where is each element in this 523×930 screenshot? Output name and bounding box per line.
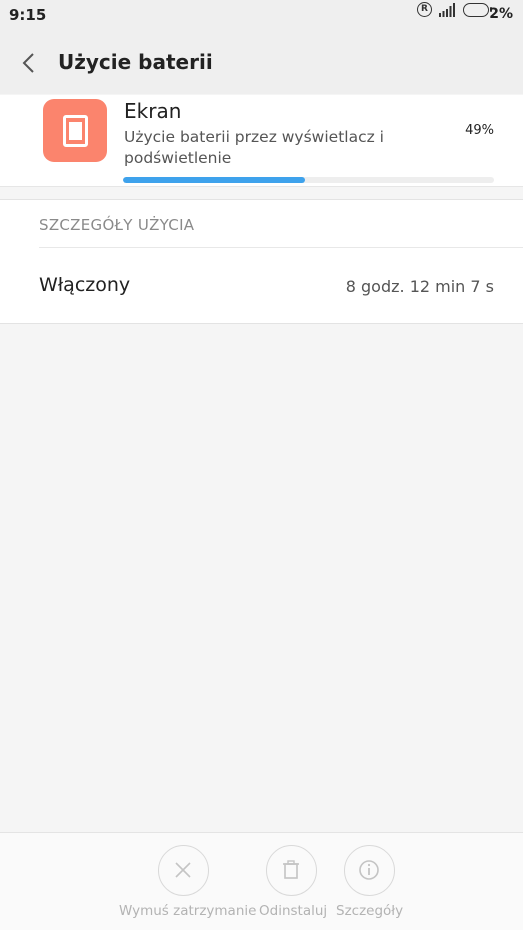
- app-usage-card[interactable]: Ekran Użycie baterii przez wyświetlacz i…: [0, 95, 523, 187]
- force-stop-label: Wymuś zatrzymanie: [119, 903, 257, 919]
- chevron-left-icon: [22, 53, 34, 73]
- status-time: 9:15: [9, 6, 47, 24]
- battery-percent: 2%: [489, 6, 513, 22]
- trash-icon: [283, 860, 299, 879]
- close-icon: [175, 862, 191, 878]
- bottom-action-bar: Wymuś zatrzymanie Odinstaluj Szczegóły: [0, 832, 523, 930]
- detail-label: Włączony: [39, 274, 131, 296]
- usage-progress-fill: [123, 177, 305, 183]
- app-description: Użycie baterii przez wyświetlacz i podśw…: [124, 128, 384, 167]
- signal-icon: [439, 3, 455, 17]
- usage-progress-bar: [123, 177, 494, 183]
- action-bar: Użycie baterii: [0, 32, 523, 94]
- page-title: Użycie baterii: [58, 50, 213, 74]
- registered-icon: R: [417, 2, 432, 17]
- phone-screen-icon: [43, 99, 107, 162]
- back-button[interactable]: [12, 45, 48, 81]
- detail-row-on-time: Włączony 8 godz. 12 min 7 s: [0, 248, 523, 324]
- usage-details-section: SZCZEGÓŁY UŻYCIA Włączony 8 godz. 12 min…: [0, 199, 523, 324]
- usage-percent: 49%: [465, 123, 494, 138]
- uninstall-label: Odinstaluj: [259, 903, 328, 919]
- battery-icon: [463, 3, 492, 17]
- detail-value: 8 godz. 12 min 7 s: [345, 277, 494, 296]
- details-label: Szczegóły: [336, 903, 404, 919]
- info-icon: [359, 860, 379, 880]
- status-bar: 9:15 R 2%: [0, 0, 523, 32]
- section-header: SZCZEGÓŁY UŻYCIA: [39, 216, 195, 234]
- screen: 9:15 R 2% Użycie baterii Ekran Użycie ba…: [0, 0, 523, 930]
- app-name: Ekran: [124, 99, 182, 123]
